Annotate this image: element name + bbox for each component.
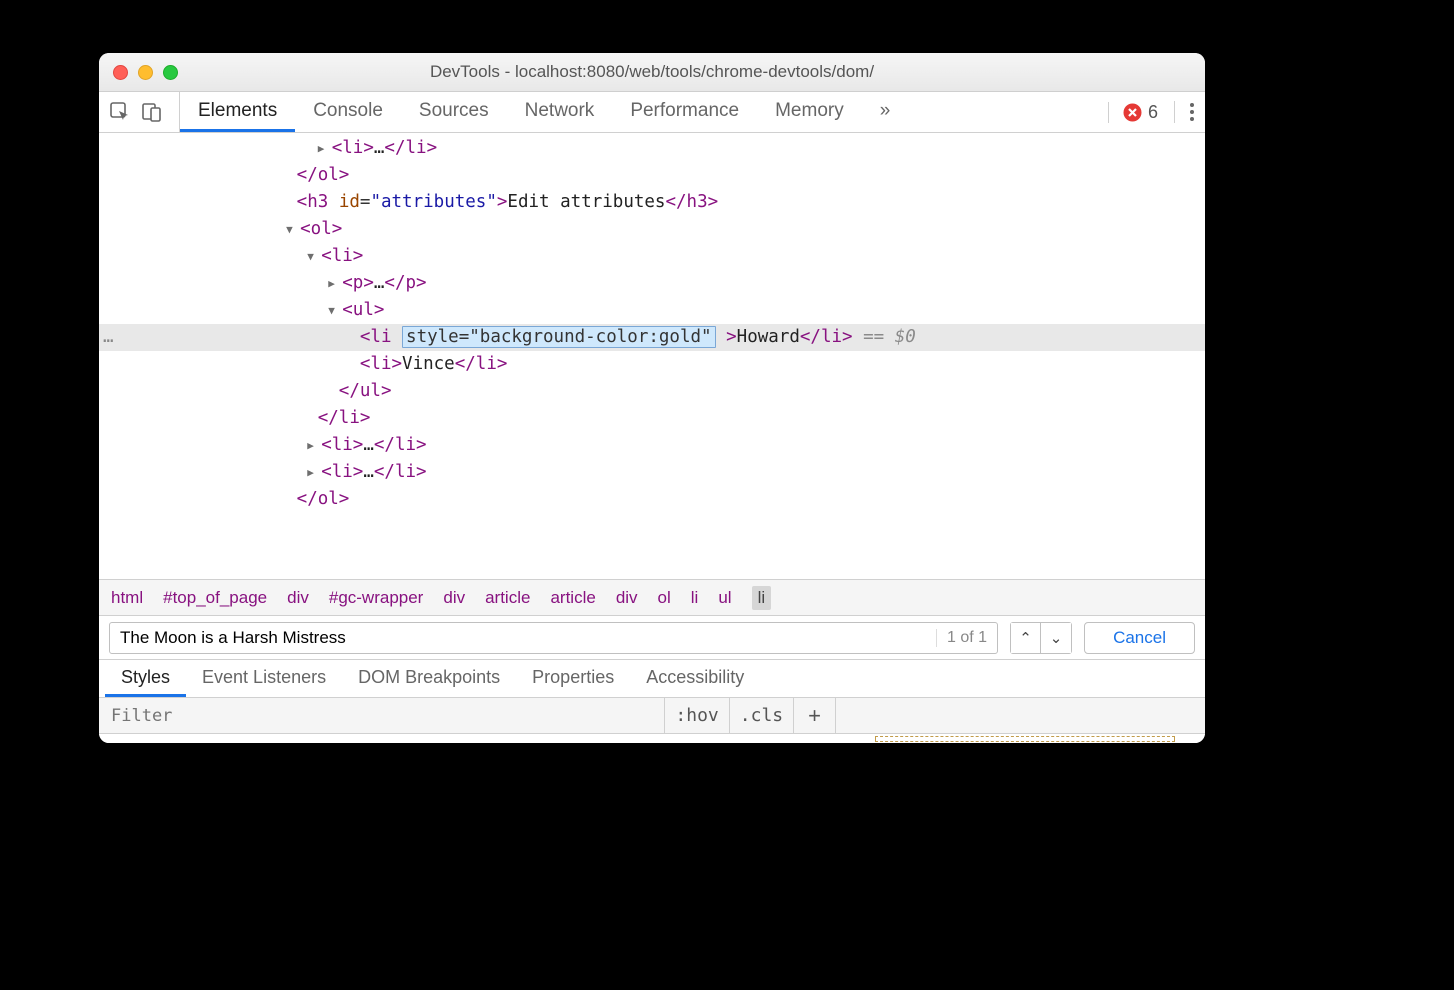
breadcrumb: html #top_of_page div #gc-wrapper div ar… [99, 579, 1205, 615]
crumb-top-of-page[interactable]: #top_of_page [163, 588, 267, 608]
tab-network[interactable]: Network [507, 92, 613, 132]
main-tabs: Elements Console Sources Network Perform… [180, 92, 908, 132]
crumb-article[interactable]: article [550, 588, 595, 608]
device-toggle-icon[interactable] [141, 101, 163, 123]
subtab-dom-breakpoints[interactable]: DOM Breakpoints [342, 660, 516, 697]
dom-row-selected[interactable]: … <li style="background-color:gold" >How… [99, 324, 1205, 351]
tabs-overflow-icon[interactable]: » [862, 92, 909, 132]
error-count: 6 [1148, 102, 1158, 123]
dom-row[interactable]: <h3 id="attributes">Edit attributes</h3> [99, 189, 1205, 216]
styles-toolbar: :hov .cls + [99, 697, 1205, 733]
dom-tree[interactable]: <li>…</li> </ol> <h3 id="attributes">Edi… [99, 133, 1205, 579]
styles-content-cutoff [99, 733, 1205, 743]
sub-tabs: Styles Event Listeners DOM Breakpoints P… [99, 659, 1205, 697]
dom-row[interactable]: <li>…</li> [99, 432, 1205, 459]
selected-node-marker: == $0 [863, 327, 916, 347]
tab-performance[interactable]: Performance [612, 92, 757, 132]
error-indicator[interactable]: 6 [1108, 102, 1158, 123]
dom-row[interactable]: <li>…</li> [99, 459, 1205, 486]
search-input-box: 1 of 1 [109, 622, 998, 654]
dom-row[interactable]: <li>…</li> [99, 135, 1205, 162]
window-title: DevTools - localhost:8080/web/tools/chro… [99, 62, 1205, 82]
dom-row[interactable]: </ol> [99, 486, 1205, 513]
search-match-count: 1 of 1 [936, 629, 997, 647]
crumb-ul[interactable]: ul [718, 588, 731, 608]
more-options-icon[interactable] [1174, 101, 1195, 123]
search-bar: 1 of 1 ⌃ ⌄ Cancel [99, 615, 1205, 659]
crumb-article[interactable]: article [485, 588, 530, 608]
search-cancel-button[interactable]: Cancel [1084, 622, 1195, 654]
toolbar-right: 6 [1098, 101, 1195, 123]
dom-row[interactable]: <li>Vince</li> [99, 351, 1205, 378]
dom-row[interactable]: <p>…</p> [99, 270, 1205, 297]
dom-row[interactable]: <ol> [99, 216, 1205, 243]
subtab-properties[interactable]: Properties [516, 660, 630, 697]
new-style-rule-button[interactable]: + [793, 698, 835, 733]
styles-sidebar-spacer [835, 698, 1205, 733]
dom-row[interactable]: <ul> [99, 297, 1205, 324]
crumb-div[interactable]: div [616, 588, 638, 608]
crumb-li[interactable]: li [691, 588, 699, 608]
crumb-li-selected[interactable]: li [752, 586, 772, 610]
search-next-button[interactable]: ⌄ [1041, 623, 1071, 653]
tab-memory[interactable]: Memory [757, 92, 862, 132]
subtab-styles[interactable]: Styles [105, 660, 186, 697]
tab-sources[interactable]: Sources [401, 92, 507, 132]
dom-row[interactable]: </ol> [99, 162, 1205, 189]
devtools-window: DevTools - localhost:8080/web/tools/chro… [99, 53, 1205, 743]
crumb-ol[interactable]: ol [658, 588, 671, 608]
box-model-outline [875, 736, 1175, 742]
crumb-gc-wrapper[interactable]: #gc-wrapper [329, 588, 424, 608]
hov-toggle-button[interactable]: :hov [664, 698, 728, 733]
search-prev-button[interactable]: ⌃ [1011, 623, 1041, 653]
cls-toggle-button[interactable]: .cls [729, 698, 793, 733]
search-input[interactable] [110, 628, 936, 648]
dom-row[interactable]: </ul> [99, 378, 1205, 405]
titlebar: DevTools - localhost:8080/web/tools/chro… [99, 53, 1205, 92]
inspect-element-icon[interactable] [109, 101, 131, 123]
error-icon [1123, 103, 1142, 122]
crumb-div[interactable]: div [443, 588, 465, 608]
crumb-div[interactable]: div [287, 588, 309, 608]
tab-elements[interactable]: Elements [180, 92, 295, 132]
main-toolbar: Elements Console Sources Network Perform… [99, 92, 1205, 133]
toolbar-icon-group [109, 92, 180, 132]
row-actions-icon[interactable]: … [103, 324, 114, 351]
subtab-event-listeners[interactable]: Event Listeners [186, 660, 342, 697]
dom-row[interactable]: <li> [99, 243, 1205, 270]
dom-row[interactable]: </li> [99, 405, 1205, 432]
styles-filter-input[interactable] [99, 698, 664, 733]
attribute-edit-field[interactable]: style="background-color:gold" [402, 326, 716, 348]
search-step-buttons: ⌃ ⌄ [1010, 622, 1072, 654]
tab-console[interactable]: Console [295, 92, 401, 132]
crumb-html[interactable]: html [111, 588, 143, 608]
subtab-accessibility[interactable]: Accessibility [630, 660, 760, 697]
